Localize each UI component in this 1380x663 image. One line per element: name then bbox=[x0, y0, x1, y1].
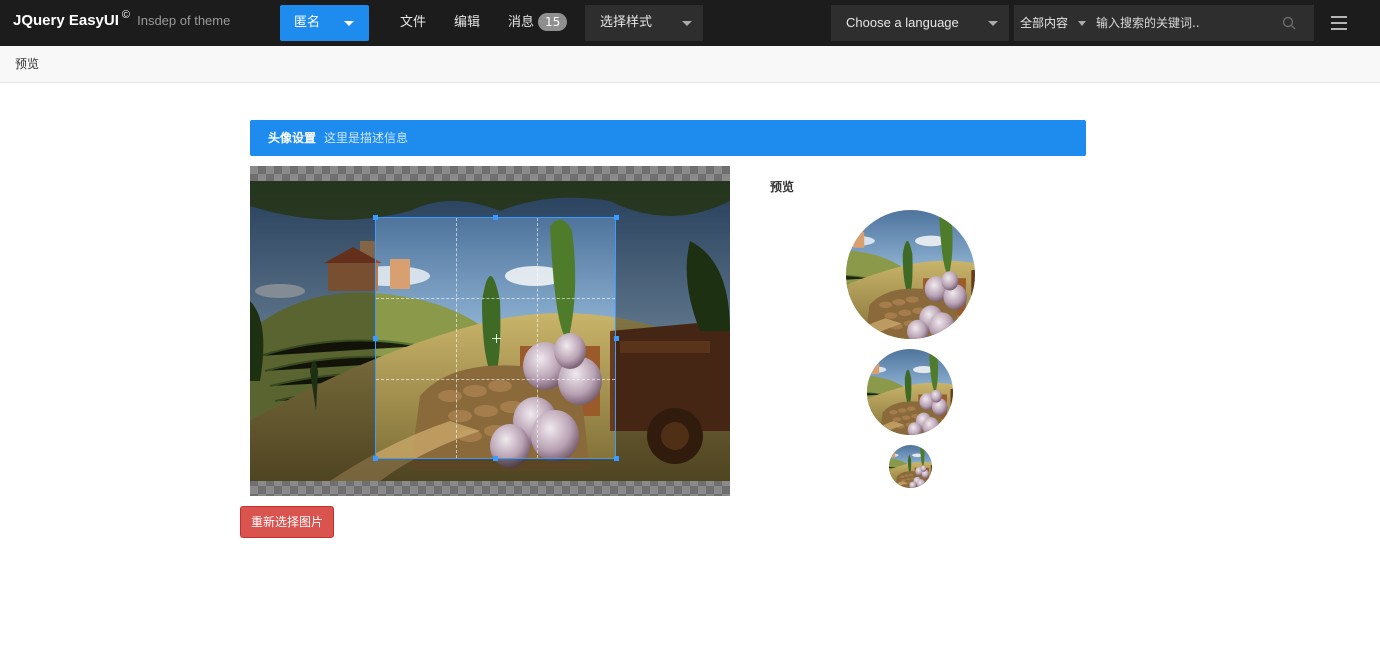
crop-handle-nw[interactable] bbox=[373, 215, 378, 220]
search-box: 全部内容 bbox=[1014, 5, 1314, 41]
breadcrumb: 预览 bbox=[0, 46, 1380, 83]
brand-subtitle: Insdep of theme bbox=[137, 13, 231, 28]
panel-header: 头像设置 这里是描述信息 bbox=[250, 120, 1086, 156]
avatar-preview-large bbox=[846, 210, 975, 339]
avatar-preview-small bbox=[889, 445, 932, 488]
crop-handle-n[interactable] bbox=[493, 215, 498, 220]
brand-copyright-mark: © bbox=[121, 9, 131, 21]
panel-description: 这里是描述信息 bbox=[324, 131, 409, 145]
search-category-select[interactable]: 全部内容 bbox=[1014, 5, 1088, 41]
message-count-badge: 15 bbox=[538, 12, 568, 31]
brand[interactable]: JQuery EasyUI © Insdep of theme bbox=[13, 9, 231, 34]
search-icon[interactable] bbox=[1282, 16, 1296, 30]
user-label: 匿名 bbox=[294, 15, 321, 30]
avatar-preview-medium bbox=[867, 349, 953, 435]
search-category-label: 全部内容 bbox=[1020, 16, 1069, 30]
language-select[interactable]: Choose a language bbox=[831, 5, 1009, 41]
crop-handle-ne[interactable] bbox=[614, 215, 619, 220]
crop-guide-line bbox=[376, 379, 615, 380]
caret-down-icon bbox=[1078, 21, 1086, 26]
caret-down-icon bbox=[682, 21, 692, 26]
nav-edit[interactable]: 编辑 bbox=[454, 0, 480, 46]
crop-handle-se[interactable] bbox=[614, 456, 619, 461]
user-dropdown-button[interactable]: 匿名 bbox=[280, 5, 369, 41]
crop-center-icon bbox=[492, 334, 501, 343]
caret-down-icon bbox=[344, 21, 354, 26]
nav-messages-label: 消息 bbox=[508, 15, 535, 30]
preview-label: 预览 bbox=[770, 180, 795, 194]
panel-title: 头像设置 bbox=[268, 131, 317, 145]
breadcrumb-title: 预览 bbox=[15, 57, 40, 71]
crop-handle-sw[interactable] bbox=[373, 456, 378, 461]
crop-handle-s[interactable] bbox=[493, 456, 498, 461]
crop-handle-w[interactable] bbox=[373, 336, 378, 341]
style-select[interactable]: 选择样式 bbox=[585, 5, 703, 41]
nav-files[interactable]: 文件 bbox=[400, 0, 426, 46]
brand-name: JQuery EasyUI bbox=[13, 12, 119, 29]
caret-down-icon bbox=[988, 21, 998, 26]
menu-icon[interactable] bbox=[1331, 16, 1347, 30]
top-navbar: JQuery EasyUI © Insdep of theme 匿名 文件 编辑 … bbox=[0, 0, 1380, 46]
crop-handle-e[interactable] bbox=[614, 336, 619, 341]
style-select-label: 选择样式 bbox=[600, 15, 653, 30]
search-input[interactable] bbox=[1090, 5, 1280, 41]
reselect-image-button[interactable]: 重新选择图片 bbox=[240, 506, 334, 538]
crop-selection[interactable] bbox=[375, 217, 616, 459]
nav-messages[interactable]: 消息 15 bbox=[508, 0, 568, 46]
crop-guide-line bbox=[376, 298, 615, 299]
language-select-label: Choose a language bbox=[846, 15, 959, 30]
crop-guide-line bbox=[456, 218, 457, 458]
image-cropper[interactable] bbox=[250, 166, 730, 496]
crop-guide-line bbox=[537, 218, 538, 458]
